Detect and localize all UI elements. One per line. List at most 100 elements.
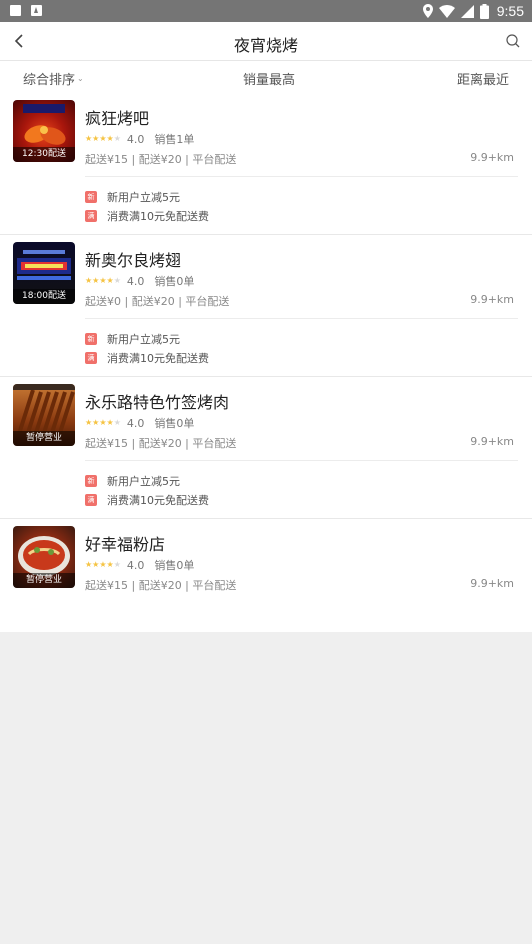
navigation-bar: 夜宵烧烤 — [0, 22, 532, 61]
star-icon: ★ — [99, 134, 107, 143]
star-icon: ★ — [85, 276, 93, 285]
rating-stars: ★ ★ ★ ★ ★ — [85, 277, 121, 285]
rating-score: 4.0 — [126, 558, 145, 572]
search-icon[interactable] — [504, 32, 522, 50]
promo-badge-full: 满 — [85, 352, 97, 364]
star-icon: ★ — [106, 134, 114, 143]
wifi-icon — [438, 4, 455, 18]
rating-stars: ★ ★ ★ ★ ★ — [85, 419, 121, 427]
star-icon: ★ — [106, 560, 114, 569]
shop-name: 疯狂烤吧 — [85, 109, 150, 128]
star-empty-icon: ★ — [113, 418, 121, 427]
shop-thumbnail: 暂停营业 — [13, 384, 75, 446]
distance: 9.9+km — [470, 577, 514, 590]
promo-text: 消费满10元免配送费 — [107, 352, 209, 365]
divider — [85, 176, 518, 177]
notification-icons — [10, 5, 42, 16]
filter-sort-comprehensive[interactable]: 综合排序 ⌄ — [23, 69, 84, 88]
shop-thumbnail: 18:00配送 — [13, 242, 75, 304]
signal-icon — [460, 4, 474, 18]
location-icon — [422, 4, 433, 18]
star-icon: ★ — [99, 560, 107, 569]
promo-text: 新用户立减5元 — [107, 333, 180, 346]
star-icon: ★ — [106, 276, 114, 285]
promo-free-delivery: 满 消费满10元免配送费 — [85, 492, 209, 508]
promo-text: 新用户立减5元 — [107, 475, 180, 488]
delivery-fees: 起送¥15 | 配送¥20 | 平台配送 — [85, 579, 237, 592]
shop-list: 12:30配送 疯狂烤吧 ★ ★ ★ ★ ★ 4.0 销售1单 起送¥15 | 配送¥2… — [0, 93, 532, 632]
promo-free-delivery: 满 消费满10元免配送费 — [85, 208, 209, 224]
delivery-fees: 起送¥0 | 配送¥20 | 平台配送 — [85, 295, 230, 308]
shop-thumbnail: 暂停营业 — [13, 526, 75, 588]
star-icon: ★ — [85, 560, 93, 569]
status-bar: 9:55 — [0, 0, 532, 22]
sales-count: 销售0单 — [154, 417, 195, 430]
promo-text: 新用户立减5元 — [107, 191, 180, 204]
shop-list-item[interactable]: 18:00配送 新奥尔良烤翅 ★ ★ ★ ★ ★ 4.0 销售0单 起送¥0 | 配送¥… — [0, 235, 532, 377]
promo-badge-new: 新 — [85, 191, 97, 203]
filter-label: 综合排序 — [23, 73, 76, 88]
promo-text: 消费满10元免配送费 — [107, 494, 209, 507]
star-icon: ★ — [85, 418, 93, 427]
star-icon: ★ — [99, 276, 107, 285]
rating-score: 4.0 — [126, 274, 145, 288]
filter-sort-distance[interactable]: 距离最近 — [457, 69, 509, 88]
distance: 9.9+km — [470, 293, 514, 306]
promo-free-delivery: 满 消费满10元免配送费 — [85, 350, 209, 366]
closed-status-label: 暂停营业 — [13, 431, 75, 446]
rating-row: ★ ★ ★ ★ ★ 4.0 销售0单 — [85, 416, 195, 431]
clock: 9:55 — [496, 3, 524, 19]
delivery-fees: 起送¥15 | 配送¥20 | 平台配送 — [85, 437, 237, 450]
sales-count: 销售0单 — [154, 559, 195, 572]
delivery-time-label: 18:00配送 — [13, 289, 75, 304]
filter-bar: 综合排序 ⌄ 销量最高 距离最近 — [0, 61, 532, 93]
sales-count: 销售1单 — [154, 133, 195, 146]
star-empty-icon: ★ — [113, 134, 121, 143]
promo-text: 消费满10元免配送费 — [107, 210, 209, 223]
promo-badge-full: 满 — [85, 494, 97, 506]
page-title: 夜宵烧烤 — [233, 36, 298, 55]
promo-new-user: 新 新用户立减5元 — [85, 473, 180, 489]
shop-list-item[interactable]: 暂停营业 好幸福粉店 ★ ★ ★ ★ ★ 4.0 销售0单 起送¥15 | 配送¥20 … — [0, 519, 532, 632]
promo-badge-new: 新 — [85, 333, 97, 345]
shop-list-item[interactable]: 暂停营业 永乐路特色竹签烤肉 ★ ★ ★ ★ ★ 4.0 销售0单 起送¥15 | 配送… — [0, 377, 532, 519]
delivery-fees: 起送¥15 | 配送¥20 | 平台配送 — [85, 153, 237, 166]
distance: 9.9+km — [470, 435, 514, 448]
star-icon: ★ — [85, 134, 93, 143]
shop-list-item[interactable]: 12:30配送 疯狂烤吧 ★ ★ ★ ★ ★ 4.0 销售1单 起送¥15 | 配送¥2… — [0, 93, 532, 235]
sales-count: 销售0单 — [154, 275, 195, 288]
rating-row: ★ ★ ★ ★ ★ 4.0 销售0单 — [85, 274, 195, 289]
star-icon: ★ — [106, 418, 114, 427]
star-icon: ★ — [99, 418, 107, 427]
shop-thumbnail: 12:30配送 — [13, 100, 75, 162]
rating-score: 4.0 — [126, 132, 145, 146]
star-empty-icon: ★ — [113, 560, 121, 569]
shop-name: 好幸福粉店 — [85, 535, 166, 554]
promo-new-user: 新 新用户立减5元 — [85, 331, 180, 347]
rating-stars: ★ ★ ★ ★ ★ — [85, 135, 121, 143]
rating-row: ★ ★ ★ ★ ★ 4.0 销售0单 — [85, 558, 195, 573]
promo-badge-full: 满 — [85, 210, 97, 222]
distance: 9.9+km — [470, 151, 514, 164]
battery-icon — [479, 3, 489, 19]
shop-name: 新奥尔良烤翅 — [85, 251, 182, 270]
closed-status-label: 暂停营业 — [13, 573, 75, 588]
filter-sort-sales[interactable]: 销量最高 — [243, 69, 295, 88]
promo-badge-new: 新 — [85, 475, 97, 487]
star-icon: ★ — [92, 134, 100, 143]
delivery-time-label: 12:30配送 — [13, 147, 75, 162]
star-icon: ★ — [92, 418, 100, 427]
promo-new-user: 新 新用户立减5元 — [85, 189, 180, 205]
star-empty-icon: ★ — [113, 276, 121, 285]
notification-a-icon — [31, 5, 42, 16]
shop-name: 永乐路特色竹签烤肉 — [85, 393, 230, 412]
star-icon: ★ — [92, 560, 100, 569]
chevron-down-icon: ⌄ — [77, 74, 84, 83]
divider — [85, 318, 518, 319]
rating-stars: ★ ★ ★ ★ ★ — [85, 561, 121, 569]
rating-score: 4.0 — [126, 416, 145, 430]
rating-row: ★ ★ ★ ★ ★ 4.0 销售1单 — [85, 132, 195, 147]
notification-square-icon — [10, 5, 21, 16]
divider — [85, 460, 518, 461]
star-icon: ★ — [92, 276, 100, 285]
